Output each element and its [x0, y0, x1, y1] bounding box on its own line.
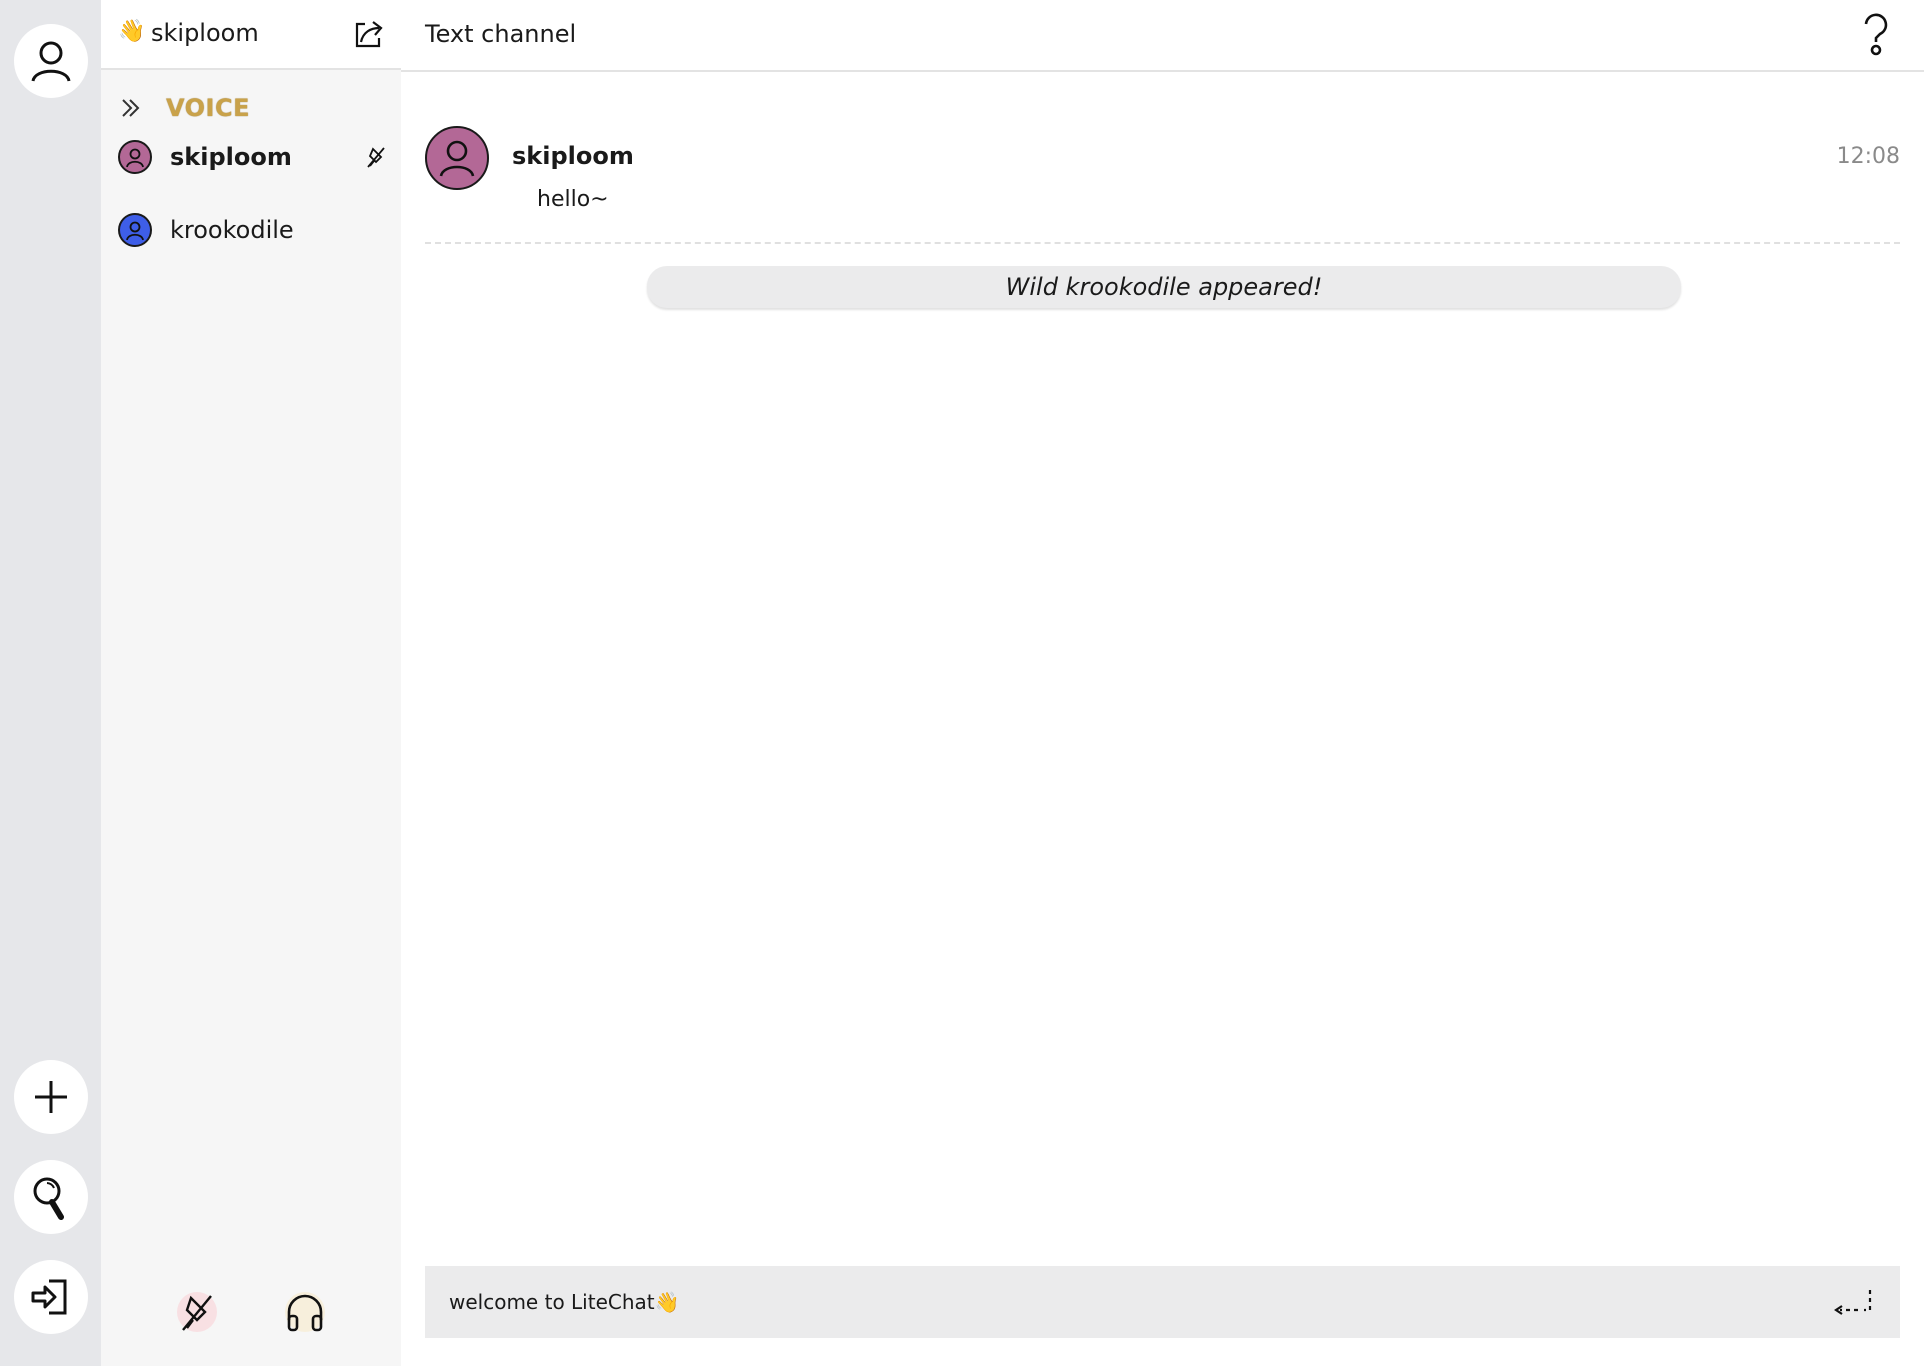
sidebar-header: 👋 skiploom [101, 0, 401, 70]
enter-send-icon[interactable] [1830, 1286, 1878, 1322]
add-server-button[interactable] [14, 1060, 88, 1134]
avatar [118, 140, 152, 174]
chevron-double-right-icon [122, 99, 140, 117]
wave-emoji: 👋 [118, 19, 146, 44]
mic-muted-icon[interactable] [175, 1290, 219, 1334]
avatar[interactable] [425, 126, 489, 190]
share-external-icon[interactable] [351, 16, 387, 52]
plus-icon [35, 1081, 67, 1113]
avatar [118, 213, 152, 247]
search-button[interactable] [14, 1160, 88, 1234]
message-timestamp: 12:08 [1836, 144, 1900, 169]
channel-sidebar: 👋 skiploom VOICE skiploom krookodile [101, 0, 401, 1366]
user-icon [126, 148, 144, 168]
user-icon [439, 140, 475, 177]
litechat-app: 👋 skiploom VOICE skiploom krookodile Tex… [0, 0, 1924, 1366]
current-username: skiploom [151, 19, 259, 47]
chat-main: Text channel skiploom 12:08 hello~ Wild … [401, 0, 1924, 1366]
login-icon [31, 1279, 67, 1315]
channel-title: Text channel [425, 20, 577, 48]
user-icon [31, 41, 71, 82]
help-icon[interactable] [1856, 10, 1896, 58]
voice-member-krookodile[interactable]: krookodile [118, 210, 388, 250]
member-name: krookodile [170, 216, 294, 244]
voice-member-skiploom[interactable]: skiploom [118, 137, 388, 177]
message-author[interactable]: skiploom [512, 142, 634, 170]
message-text: hello~ [537, 187, 609, 212]
message-item: skiploom 12:08 hello~ [425, 124, 1900, 244]
voice-section-label: VOICE [166, 94, 250, 122]
search-icon [33, 1177, 64, 1220]
voice-section-toggle[interactable]: VOICE [118, 92, 250, 124]
member-name: skiploom [170, 143, 292, 171]
message-input[interactable] [425, 1266, 1805, 1338]
system-notice: Wild krookodile appeared! [647, 266, 1681, 308]
profile-button[interactable] [14, 24, 88, 98]
server-rail [0, 0, 101, 1366]
channel-header: Text channel [401, 0, 1924, 72]
headphones-icon[interactable] [283, 1290, 327, 1334]
message-composer [425, 1266, 1900, 1338]
user-icon [126, 221, 144, 241]
mic-muted-icon [367, 147, 385, 168]
login-button[interactable] [14, 1260, 88, 1334]
